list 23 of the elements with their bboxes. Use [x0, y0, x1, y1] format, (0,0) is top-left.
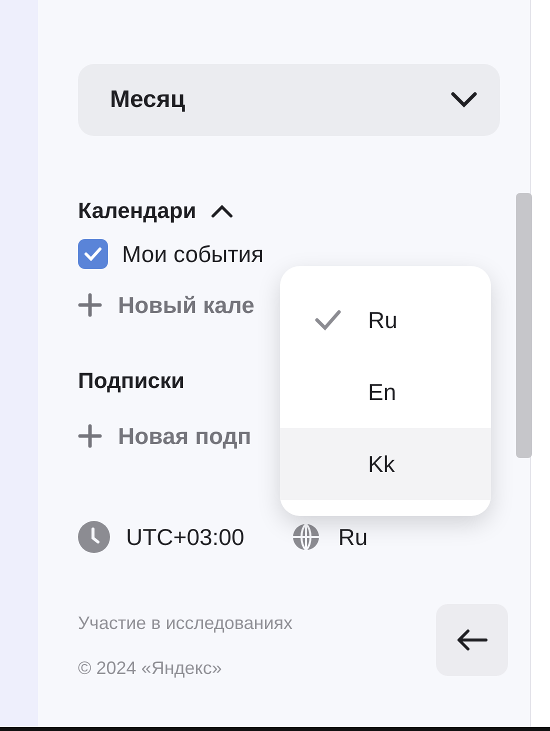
new-calendar-button[interactable]: Новый кале	[78, 288, 254, 322]
plus-icon	[78, 424, 102, 448]
chevron-up-icon	[210, 202, 234, 218]
arrow-left-icon	[456, 629, 488, 651]
language-text[interactable]: Ru	[338, 520, 368, 554]
language-option[interactable]: Ru	[280, 284, 491, 356]
subscriptions-title: Подписки	[78, 367, 185, 395]
timezone-text[interactable]: UTC+03:00	[126, 520, 244, 554]
calendar-name: Мои события	[122, 240, 264, 269]
checkbox[interactable]	[78, 239, 108, 270]
clock-icon	[78, 520, 110, 553]
back-button[interactable]	[436, 604, 508, 676]
scrollbar-thumb[interactable]	[516, 193, 532, 458]
new-subscription-button[interactable]: Новая подп	[78, 419, 252, 454]
copyright-text: © 2024 «Яндекс»	[78, 657, 223, 680]
plus-icon	[78, 292, 102, 317]
language-option[interactable]: Kk	[280, 428, 491, 500]
view-select[interactable]: Месяц	[78, 64, 500, 136]
chevron-down-icon	[450, 91, 478, 109]
check-icon	[84, 247, 102, 262]
calendars-toggle[interactable]: Календари	[78, 194, 234, 227]
globe-icon	[292, 522, 320, 551]
language-option[interactable]: En	[280, 356, 491, 428]
